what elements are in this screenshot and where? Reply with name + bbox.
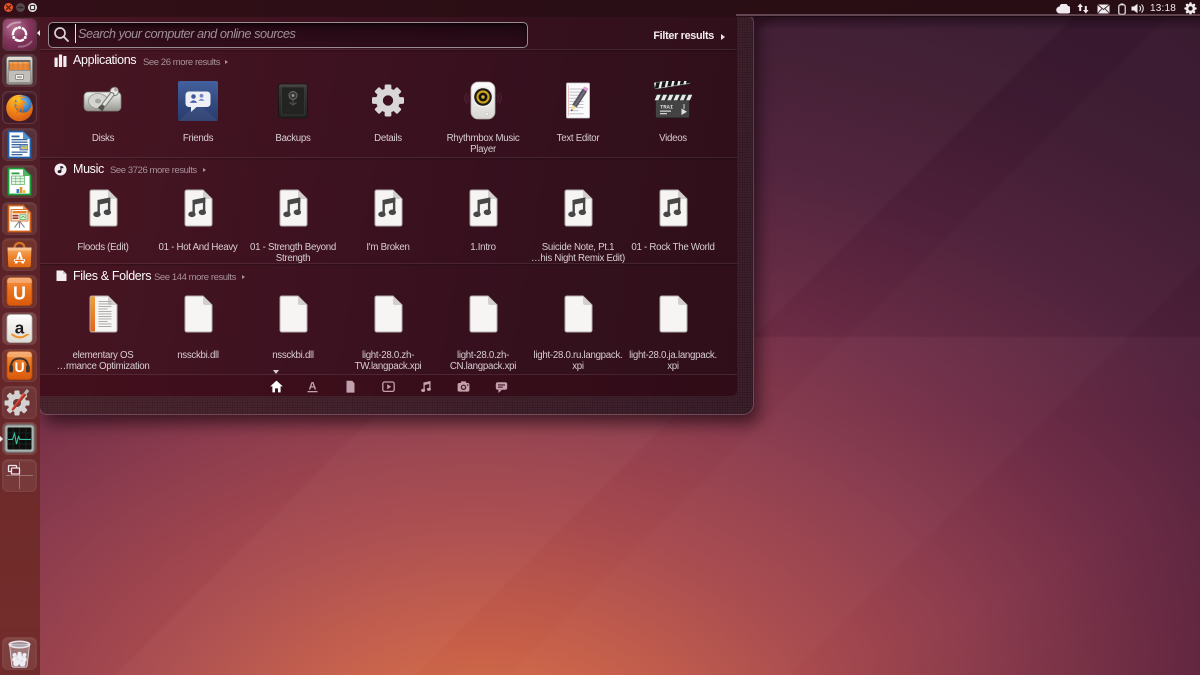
svg-text:TRAI: TRAI: [660, 104, 673, 111]
svg-text:U: U: [14, 359, 24, 375]
svg-text:U: U: [13, 284, 26, 304]
svg-text:A: A: [308, 380, 316, 392]
svg-text:a: a: [15, 318, 25, 337]
